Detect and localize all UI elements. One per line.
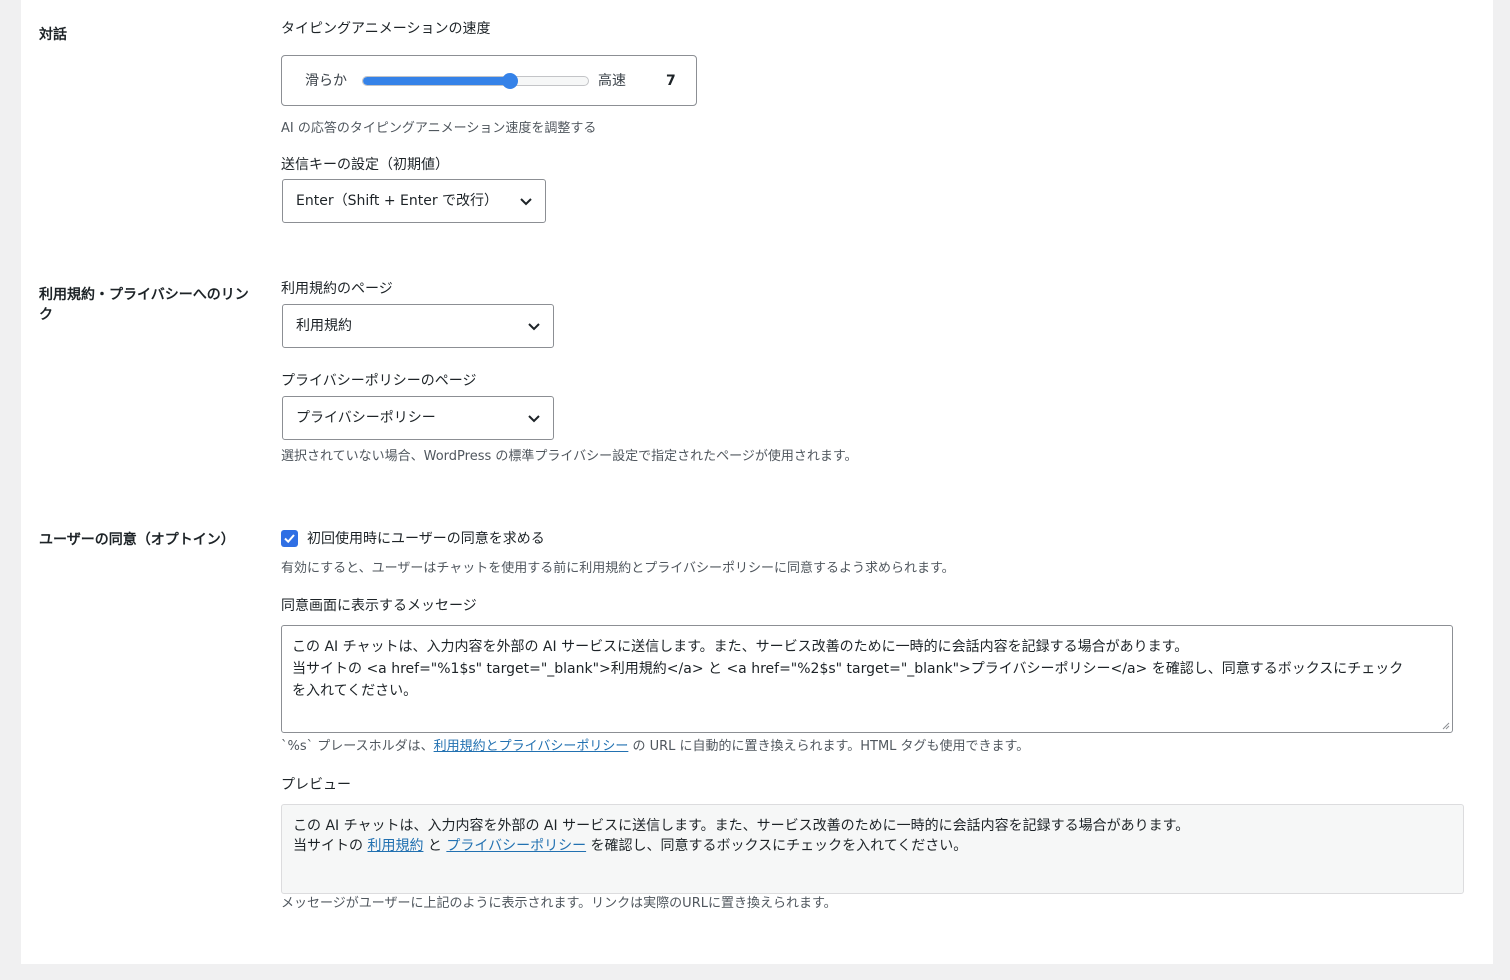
- chevron-down-icon: [528, 323, 540, 331]
- slider-thumb[interactable]: [501, 73, 518, 89]
- preview-privacy-link[interactable]: プライバシーポリシー: [446, 838, 586, 854]
- terms-privacy-link[interactable]: 利用規約とプライバシーポリシー: [434, 739, 629, 754]
- chevron-down-icon: [520, 198, 532, 206]
- privacy-page-select[interactable]: プライバシーポリシー: [282, 396, 554, 440]
- links-desc: 選択されていない場合、WordPress の標準プライバシー設定で指定されたペー…: [281, 449, 858, 464]
- terms-page-label: 利用規約のページ: [281, 281, 393, 297]
- section-title-links: 利用規約・プライバシーへのリンク: [39, 287, 249, 323]
- consent-preview: この AI チャットは、入力内容を外部の AI サービスに送信します。また、サー…: [281, 804, 1464, 894]
- privacy-page-value: プライバシーポリシー: [296, 410, 436, 426]
- checkmark-icon: [284, 534, 295, 544]
- preview-line-1: この AI チャットは、入力内容を外部の AI サービスに送信します。また、サー…: [293, 818, 1190, 834]
- textarea-line: この AI チャットは、入力内容を外部の AI サービスに送信します。また、サー…: [292, 639, 1189, 655]
- consent-message-textarea[interactable]: この AI チャットは、入力内容を外部の AI サービスに送信します。また、サー…: [281, 625, 1453, 733]
- terms-page-select[interactable]: 利用規約: [282, 304, 554, 348]
- consent-checkbox-desc: 有効にすると、ユーザーはチャットを使用する前に利用規約とプライバシーポリシーに同…: [281, 561, 955, 576]
- typing-speed-desc: AI の応答のタイピングアニメーション速度を調整する: [281, 121, 597, 136]
- consent-checkbox-label[interactable]: 初回使用時にユーザーの同意を求める: [307, 529, 545, 549]
- preview-desc: メッセージがユーザーに上記のように表示されます。リンクは実際のURLに置き換えら…: [281, 896, 837, 911]
- typing-speed-slider-box: 滑らか 高速 7: [281, 55, 697, 106]
- send-key-value: Enter（Shift + Enter で改行）: [296, 193, 499, 209]
- chevron-down-icon: [528, 415, 540, 423]
- slider-track[interactable]: [362, 76, 589, 86]
- terms-page-value: 利用規約: [296, 318, 352, 334]
- preview-line2-prefix: 当サイトの: [293, 838, 368, 854]
- preview-line-2: 当サイトの 利用規約 と プライバシーポリシー を確認し、同意するボックスにチェ…: [293, 836, 1452, 856]
- slider-value: 7: [666, 73, 676, 89]
- resize-handle-icon[interactable]: [1441, 721, 1450, 730]
- slider-max-label: 高速: [598, 73, 626, 89]
- preview-terms-link[interactable]: 利用規約: [367, 838, 423, 854]
- send-key-select[interactable]: Enter（Shift + Enter で改行）: [282, 179, 546, 223]
- placeholder-desc: `%s` プレースホルダは、利用規約とプライバシーポリシー の URL に自動的…: [281, 738, 1029, 756]
- slider-fill: [363, 77, 511, 85]
- send-key-label: 送信キーの設定（初期値）: [281, 157, 449, 173]
- section-title-consent: ユーザーの同意（オプトイン）: [39, 532, 235, 548]
- placeholder-desc-suffix: の URL に自動的に置き換えられます。HTML タグも使用できます。: [628, 739, 1030, 754]
- preview-label: プレビュー: [281, 777, 351, 793]
- textarea-line: 当サイトの <a href="%1$s" target="_blank">利用規…: [292, 661, 1404, 677]
- slider-min-label: 滑らか: [305, 73, 347, 89]
- settings-panel: 対話 タイピングアニメーションの速度 滑らか 高速 7 AI の応答のタイピング…: [21, 0, 1493, 964]
- typing-speed-label: タイピングアニメーションの速度: [281, 21, 491, 37]
- consent-message-label: 同意画面に表示するメッセージ: [281, 598, 477, 614]
- consent-checkbox[interactable]: [281, 530, 298, 547]
- textarea-line: を入れてください。: [292, 683, 418, 699]
- placeholder-desc-prefix: `%s` プレースホルダは、: [281, 739, 434, 754]
- privacy-page-label: プライバシーポリシーのページ: [281, 373, 477, 389]
- preview-line2-suffix: を確認し、同意するボックスにチェックを入れてください。: [586, 838, 968, 854]
- section-title-dialog: 対話: [39, 27, 67, 43]
- preview-and: と: [423, 838, 447, 854]
